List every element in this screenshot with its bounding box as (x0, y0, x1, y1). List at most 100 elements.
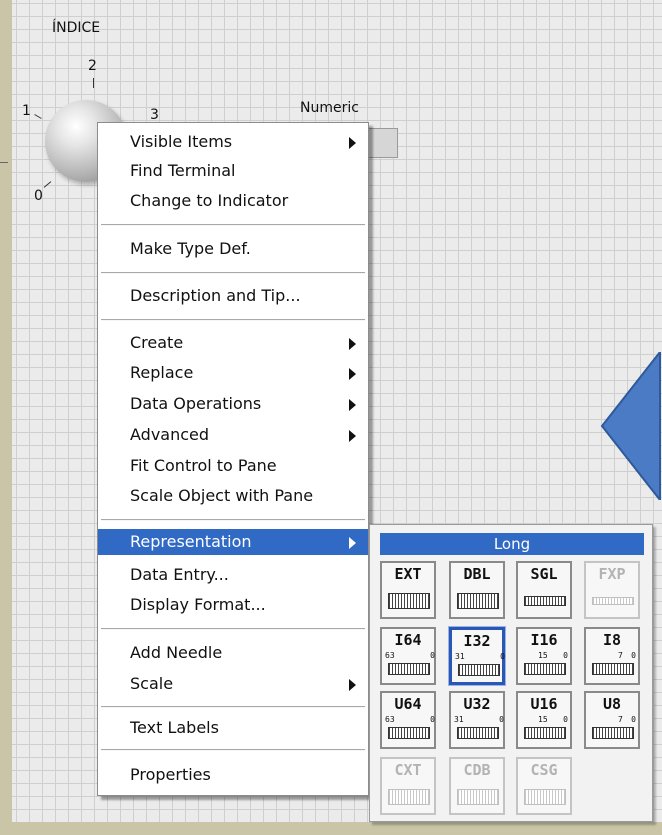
menu-item-change-to-indicator[interactable]: Change to Indicator (98, 188, 368, 214)
menu-item-display-format[interactable]: Display Format... (98, 592, 368, 618)
menu-item-fit-control-to-pane[interactable]: Fit Control to Pane (98, 453, 368, 479)
menu-item-scale[interactable]: Scale (98, 671, 368, 697)
menu-item-data-entry[interactable]: Data Entry... (98, 562, 368, 588)
repr-u64-icon (388, 727, 430, 739)
menu-item-text-labels[interactable]: Text Labels (98, 715, 368, 741)
menu-item-label: Text Labels (130, 718, 219, 737)
submenu-arrow-icon (349, 537, 356, 549)
menu-item-label: Change to Indicator (130, 191, 289, 210)
repr-sgl-icon (524, 596, 566, 606)
bits-low: 0 (430, 715, 435, 724)
bits-high: 63 (385, 651, 395, 660)
repr-label: I8 (602, 631, 622, 649)
slide-frame: ÍNDICE 2 1 3 0 Numeric Visible Items Fin… (0, 0, 662, 835)
repr-label: I32 (463, 632, 491, 650)
menu-item-description-and-tip[interactable]: Description and Tip... (98, 283, 368, 309)
menu-item-visible-items[interactable]: Visible Items (98, 129, 368, 155)
repr-label: I16 (530, 631, 558, 649)
menu-item-find-terminal[interactable]: Find Terminal (98, 158, 368, 184)
knob-label[interactable]: ÍNDICE (52, 20, 100, 36)
repr-csg[interactable]: CSG (516, 757, 572, 815)
menu-separator (101, 628, 365, 630)
dash-marker (0, 162, 8, 163)
menu-separator (101, 749, 365, 751)
repr-cxt[interactable]: CXT (380, 757, 436, 815)
repr-bits: 63 0 (385, 715, 435, 724)
repr-i32-icon (458, 664, 500, 676)
numeric-control[interactable] (368, 128, 398, 158)
repr-bits: 70 (618, 651, 636, 660)
palette-title: Long (380, 533, 644, 555)
repr-i32[interactable]: I32 31 0 (448, 626, 506, 686)
repr-label: U16 (530, 695, 558, 713)
repr-u32-icon (457, 727, 499, 739)
menu-item-label: Replace (130, 363, 194, 382)
menu-item-replace[interactable]: Replace (98, 360, 368, 386)
repr-label: EXT (394, 565, 422, 583)
submenu-arrow-icon (349, 338, 356, 350)
repr-u8[interactable]: U8 70 (584, 691, 640, 749)
bits-high: 15 (538, 651, 548, 660)
menu-item-create[interactable]: Create (98, 330, 368, 356)
bits-high: 15 (538, 715, 548, 724)
menu-item-label: Description and Tip... (130, 286, 301, 305)
repr-ext-icon (388, 593, 430, 609)
bits-high: 31 (455, 652, 465, 661)
repr-bits: 31 0 (454, 715, 504, 724)
menu-item-label: Create (130, 333, 184, 352)
menu-item-label: Add Needle (130, 643, 223, 662)
repr-u16[interactable]: U16 15 0 (516, 691, 572, 749)
numeric-label[interactable]: Numeric (300, 100, 359, 116)
menu-separator (101, 224, 365, 226)
repr-bits: 15 0 (538, 715, 568, 724)
repr-i8-icon (592, 663, 634, 675)
repr-label: CDB (463, 761, 491, 779)
menu-item-label: Fit Control to Pane (130, 456, 277, 475)
bits-low: 0 (631, 651, 636, 660)
menu-item-data-operations[interactable]: Data Operations (98, 391, 368, 417)
repr-i64-icon (388, 663, 430, 675)
repr-label: U64 (394, 695, 422, 713)
repr-i64[interactable]: I64 63 0 (380, 627, 436, 685)
context-menu: Visible Items Find Terminal Change to In… (97, 122, 369, 796)
repr-csg-icon (524, 789, 566, 805)
representation-palette: Long EXT DBL SGL FXP I64 63 0 I32 31 0 I… (369, 524, 653, 822)
repr-bits: 70 (618, 715, 636, 724)
repr-cdb-icon (457, 789, 499, 805)
repr-dbl[interactable]: DBL (449, 561, 505, 619)
menu-item-label: Make Type Def. (130, 239, 251, 258)
repr-sgl[interactable]: SGL (516, 561, 572, 619)
submenu-arrow-icon (349, 430, 356, 442)
bits-high: 63 (385, 715, 395, 724)
menu-item-representation[interactable]: Representation (98, 529, 368, 555)
menu-item-advanced[interactable]: Advanced (98, 422, 368, 448)
menu-separator (101, 706, 365, 708)
menu-item-properties[interactable]: Properties (98, 762, 368, 788)
repr-fxp[interactable]: FXP (584, 561, 640, 619)
menu-item-label: Visible Items (130, 132, 233, 151)
repr-ext[interactable]: EXT (380, 561, 436, 619)
repr-cdb[interactable]: CDB (449, 757, 505, 815)
repr-i16[interactable]: I16 15 0 (516, 627, 572, 685)
knob-scale-3: 3 (150, 107, 159, 123)
left-arrow-icon (600, 352, 661, 500)
repr-label: U8 (602, 695, 622, 713)
repr-i8[interactable]: I8 70 (584, 627, 640, 685)
knob-scale-1: 1 (22, 103, 31, 119)
repr-label: SGL (530, 565, 558, 583)
menu-item-scale-object-with-pane[interactable]: Scale Object with Pane (98, 483, 368, 509)
repr-bits: 63 0 (385, 651, 435, 660)
menu-item-add-needle[interactable]: Add Needle (98, 640, 368, 666)
menu-item-make-type-def[interactable]: Make Type Def. (98, 236, 368, 262)
repr-label: CXT (394, 761, 422, 779)
knob-scale-2: 2 (88, 58, 97, 74)
submenu-arrow-icon (349, 679, 356, 691)
repr-label: CSG (530, 761, 558, 779)
repr-fxp-icon (592, 597, 634, 605)
repr-u32[interactable]: U32 31 0 (449, 691, 505, 749)
repr-label: I64 (394, 631, 422, 649)
repr-bits: 15 0 (538, 651, 568, 660)
repr-i16-icon (524, 663, 566, 675)
repr-label: DBL (463, 565, 491, 583)
repr-u64[interactable]: U64 63 0 (380, 691, 436, 749)
